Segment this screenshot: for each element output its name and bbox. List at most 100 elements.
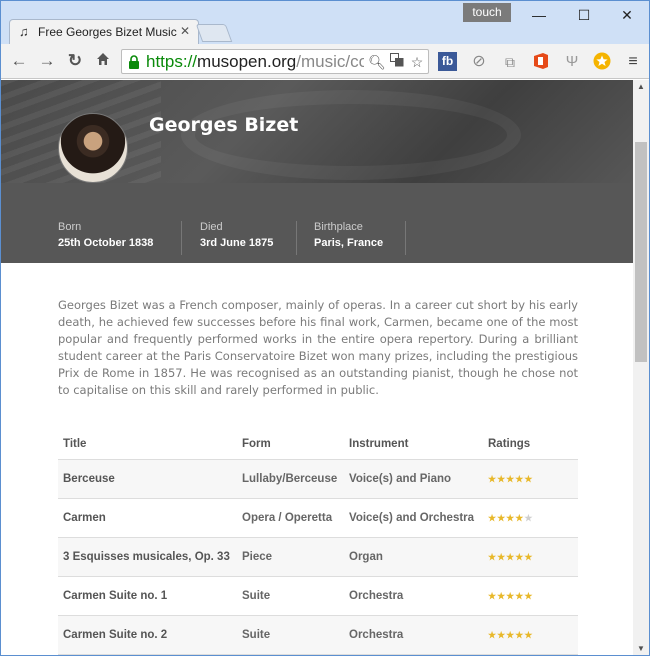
fact-value: 25th October 1838 — [58, 237, 154, 249]
tab-title: Free Georges Bizet Music — [38, 25, 177, 39]
table-row[interactable]: 3 Esquisses musicales, Op. 33 Piece Organ ★… — [58, 537, 578, 577]
scroll-down-arrow-icon[interactable]: ▼ — [633, 642, 649, 655]
url-host: musopen.org — [197, 52, 297, 71]
work-instrument: Organ — [344, 537, 483, 577]
work-rating: ★★★★★ — [483, 537, 578, 577]
table-row[interactable]: Carmen Opera / Operetta Voice(s) and Orche… — [58, 498, 578, 538]
star-filled-icon: ★ — [524, 473, 534, 484]
table-row[interactable]: Berceuse Lullaby/Berceuse Voice(s) and Pia… — [58, 459, 578, 499]
star-filled-icon: ★ — [497, 590, 507, 601]
works-table: Title Form Instrument Ratings Berceuse Lu… — [58, 430, 578, 655]
reload-icon[interactable]: ↻ — [65, 51, 85, 71]
address-bar[interactable]: https://musopen.org/music/composer/georg… — [121, 49, 429, 74]
minimize-icon[interactable]: — — [519, 5, 559, 25]
browser-tab[interactable]: ♫ Free Georges Bizet Music ✕ — [9, 19, 199, 44]
maximize-icon[interactable]: ☐ — [564, 5, 604, 25]
fact-label: Died — [200, 221, 223, 233]
table-header-row: Title Form Instrument Ratings — [58, 430, 578, 460]
star-filled-icon: ★ — [488, 590, 498, 601]
url-scheme: https:// — [146, 52, 198, 71]
office-extension-icon[interactable] — [531, 52, 551, 72]
scroll-thumb[interactable] — [635, 142, 647, 362]
column-header-title[interactable]: Title — [58, 430, 237, 460]
work-form: Suite — [237, 615, 344, 655]
back-icon[interactable]: ← — [9, 51, 29, 71]
table-row[interactable]: Carmen Suite no. 2 Suite Orchestra ★★★★★ — [58, 615, 578, 655]
music-note-icon: ♫ — [19, 24, 29, 39]
work-title[interactable]: 3 Esquisses musicales, Op. 33 — [58, 537, 237, 577]
work-instrument: Orchestra — [344, 576, 483, 616]
work-title[interactable]: Berceuse — [58, 459, 237, 499]
facebook-extension-icon[interactable]: fb — [438, 52, 457, 71]
menu-icon[interactable]: ≡ — [623, 52, 643, 72]
work-rating: ★★★★★ — [483, 615, 578, 655]
fact-label: Born — [58, 221, 82, 233]
star-filled-icon: ★ — [515, 512, 525, 523]
star-filled-icon: ★ — [488, 473, 498, 484]
zoom-icon[interactable]: 🔍︎ — [368, 53, 386, 71]
vertical-scrollbar[interactable]: ▲ ▼ — [633, 80, 649, 655]
work-rating: ★★★★★ — [483, 576, 578, 616]
table-row[interactable]: Carmen Suite no. 1 Suite Orchestra ★★★★★ — [58, 576, 578, 616]
new-tab-button[interactable] — [195, 24, 233, 42]
star-filled-icon: ★ — [524, 590, 534, 601]
share-extension-icon[interactable]: ⧉ — [500, 52, 520, 72]
column-header-form[interactable]: Form — [237, 430, 344, 460]
star-filled-icon: ★ — [497, 629, 507, 640]
column-header-ratings[interactable]: Ratings — [483, 430, 578, 460]
star-empty-icon: ★ — [524, 512, 534, 523]
work-title[interactable]: Carmen — [58, 498, 237, 538]
star-filled-icon: ★ — [497, 512, 507, 523]
bookmark-star-icon[interactable]: ☆ — [408, 53, 426, 71]
fact-value: Paris, France — [314, 237, 384, 249]
url-text: https://musopen.org/music/composer/georg… — [146, 52, 364, 72]
tab-strip: ♫ Free Georges Bizet Music ✕ touch — ☐ ✕ — [1, 1, 649, 44]
url-path: /music/composer/georges-bizet/ — [296, 52, 364, 71]
star-filled-icon: ★ — [506, 551, 516, 562]
column-header-instrument[interactable]: Instrument — [344, 430, 483, 460]
star-filled-icon: ★ — [488, 512, 498, 523]
star-filled-icon: ★ — [524, 629, 534, 640]
star-filled-icon: ★ — [515, 590, 525, 601]
work-title[interactable]: Carmen Suite no. 2 — [58, 615, 237, 655]
translate-icon[interactable] — [388, 53, 406, 71]
composer-name: Georges Bizet — [149, 114, 299, 136]
work-form: Piece — [237, 537, 344, 577]
star-filled-icon: ★ — [497, 551, 507, 562]
star-filled-icon: ★ — [524, 551, 534, 562]
browser-window: ♫ Free Georges Bizet Music ✕ touch — ☐ ✕… — [0, 0, 650, 656]
star-filled-icon: ★ — [506, 512, 516, 523]
close-window-icon[interactable]: ✕ — [607, 5, 647, 25]
wrench-extension-icon[interactable]: Ψ — [562, 52, 582, 72]
touch-badge: touch — [463, 3, 511, 22]
fact-birthplace: Birthplace Paris, France — [314, 221, 406, 255]
fact-born: Born 25th October 1838 — [58, 221, 182, 255]
star-filled-icon: ★ — [515, 551, 525, 562]
work-form: Suite — [237, 576, 344, 616]
scroll-up-arrow-icon[interactable]: ▲ — [633, 80, 649, 94]
work-form: Lullaby/Berceuse — [237, 459, 344, 499]
home-icon[interactable] — [93, 51, 113, 71]
work-instrument: Voice(s) and Orchestra — [344, 498, 483, 538]
work-title[interactable]: Carmen Suite no. 1 — [58, 576, 237, 616]
browser-toolbar: ← → ↻ https://musopen.org/music/composer… — [1, 44, 649, 79]
work-rating: ★★★★★ — [483, 498, 578, 538]
work-instrument: Voice(s) and Piano — [344, 459, 483, 499]
star-filled-icon: ★ — [488, 629, 498, 640]
star-filled-icon: ★ — [506, 473, 516, 484]
forward-icon[interactable]: → — [37, 51, 57, 71]
page-viewport: Georges Bizet Born 25th October 1838 Die… — [1, 80, 633, 655]
star-filled-icon: ★ — [488, 551, 498, 562]
work-form: Opera / Operetta — [237, 498, 344, 538]
fact-label: Birthplace — [314, 221, 363, 233]
works-table-body: Berceuse Lullaby/Berceuse Voice(s) and Pia… — [58, 459, 578, 655]
compass-extension-icon[interactable]: ⊘ — [469, 52, 489, 72]
fact-value: 3rd June 1875 — [200, 237, 274, 249]
close-tab-icon[interactable]: ✕ — [180, 24, 190, 38]
star-filled-icon: ★ — [506, 629, 516, 640]
fact-died: Died 3rd June 1875 — [200, 221, 297, 255]
star-extension-icon[interactable] — [592, 52, 612, 72]
work-instrument: Orchestra — [344, 615, 483, 655]
star-filled-icon: ★ — [497, 473, 507, 484]
star-filled-icon: ★ — [515, 473, 525, 484]
